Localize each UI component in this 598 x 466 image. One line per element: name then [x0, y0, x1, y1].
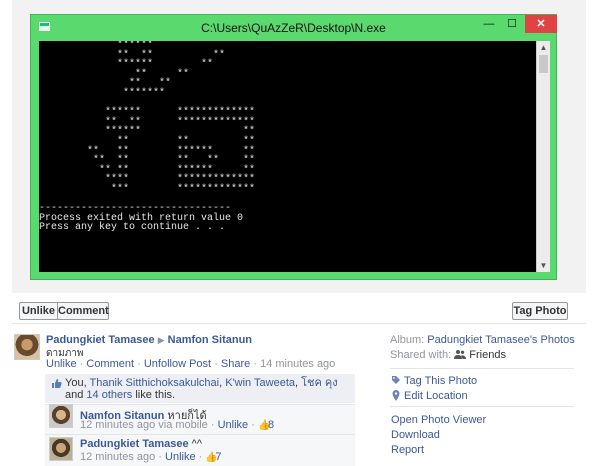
divider	[45, 434, 355, 435]
unlike-button[interactable]: Unlike	[19, 302, 58, 320]
separator: ·	[210, 419, 215, 431]
comment-like-count[interactable]: 👍8	[258, 419, 274, 431]
maximize-icon: ☐	[507, 18, 517, 30]
post-unlike-link[interactable]: Unlike	[46, 358, 77, 370]
likes-and: and	[65, 389, 87, 401]
post-actions: Unlike · Comment · Unfollow Post · Share…	[46, 358, 335, 370]
album-link[interactable]: Padungkiet Tamasee's Photos	[427, 334, 574, 346]
comment-author-link[interactable]: Padungkiet Tamasee	[80, 438, 189, 450]
comment-button[interactable]: Comment	[57, 302, 109, 320]
likes-prefix: You,	[65, 377, 90, 389]
likes-suffix: like this.	[132, 389, 176, 401]
close-icon: ✕	[525, 15, 557, 33]
post-timestamp[interactable]: 14 minutes ago	[260, 358, 335, 370]
divider	[12, 323, 586, 324]
post-author-link[interactable]: Padungkiet Tamasee	[46, 334, 155, 346]
friends-icon	[454, 349, 467, 362]
open-photo-viewer-link[interactable]: Open Photo Viewer	[391, 414, 486, 426]
liker-link[interactable]: โชค คุง	[301, 377, 338, 389]
console-output-area: ****** ** ** ** ****** ** ** ** ** ** **…	[39, 41, 550, 272]
album-info: Album: Padungkiet Tamasee's Photos	[390, 334, 575, 346]
likes-summary: You, Thanik Sitthichoksakulchai, K'win T…	[45, 374, 355, 403]
post-comment-link[interactable]: Comment	[86, 358, 134, 370]
tag-icon	[391, 375, 401, 388]
post-header: Padungkiet Tamasee ▶ Namfon Sitanun	[46, 334, 252, 346]
comment-unlike-link[interactable]: Unlike	[218, 419, 249, 431]
tag-this-photo-link[interactable]: Tag This Photo	[404, 375, 477, 387]
comment-like-count[interactable]: 👍7	[205, 451, 221, 463]
privacy-info: Shared with: Friends	[390, 349, 506, 362]
privacy-selector[interactable]: Friends	[469, 349, 506, 361]
author-avatar[interactable]	[14, 334, 40, 360]
unfollow-post-link[interactable]: Unfollow Post	[144, 358, 211, 370]
shared-label: Shared with:	[390, 349, 455, 361]
liker-link[interactable]: Thanik Sitthichoksakulchai	[89, 377, 219, 389]
divider	[390, 406, 574, 407]
post-target-link[interactable]: Namfon Sitanun	[168, 334, 252, 346]
separator: ·	[137, 358, 141, 370]
console-scrollbar: ▲ ▼	[536, 41, 550, 272]
like-count: 7	[215, 451, 222, 463]
thumbs-up-icon: 👍	[205, 452, 218, 463]
separator: ·	[214, 358, 218, 370]
comment-timestamp[interactable]: 12 minutes ago	[80, 451, 155, 463]
liker-link[interactable]: K'win Taweeta	[225, 377, 295, 389]
like-count: 8	[267, 419, 275, 431]
divider	[390, 368, 574, 369]
separator: ·	[251, 419, 255, 431]
comment-body: Padungkiet Tamasee ^^	[80, 438, 202, 450]
arrow-right-icon: ▶	[157, 335, 165, 345]
download-link[interactable]: Download	[391, 429, 440, 441]
thumbs-up-icon: 👍	[257, 420, 271, 431]
comment-timestamp[interactable]: 12 minutes ago via mobile	[80, 419, 208, 431]
thumbs-up-icon	[51, 378, 62, 392]
scroll-down-icon: ▼	[539, 261, 548, 270]
separator: ·	[158, 451, 162, 463]
scroll-thumb	[539, 55, 548, 73]
album-label: Album:	[390, 334, 428, 346]
title-bar: C:\Users\QuAzZeR\Desktop\N.exe — ☐ ✕	[31, 15, 557, 40]
separator: ·	[198, 451, 203, 463]
comment-meta: 12 minutes ago via mobile · Unlike · 👍8	[80, 419, 274, 431]
comment-meta: 12 minutes ago · Unlike · 👍7	[80, 451, 222, 463]
tag-photo-button[interactable]: Tag Photo	[512, 302, 568, 320]
share-link[interactable]: Share	[221, 358, 250, 370]
likes-text: You, Thanik Sitthichoksakulchai, K'win T…	[65, 377, 350, 401]
console-window: C:\Users\QuAzZeR\Desktop\N.exe — ☐ ✕ ***…	[30, 14, 557, 280]
report-link[interactable]: Report	[391, 444, 424, 456]
comment-text: ^^	[188, 438, 203, 450]
commenter-avatar[interactable]	[49, 437, 73, 461]
comment-unlike-link[interactable]: Unlike	[165, 451, 196, 463]
separator: ·	[253, 358, 258, 370]
commenter-avatar[interactable]	[49, 404, 73, 428]
separator: ·	[79, 358, 84, 370]
edit-location-link[interactable]: Edit Location	[404, 390, 468, 402]
others-link[interactable]: 14 others	[86, 389, 132, 401]
console-output: ****** ** ** ** ****** ** ** ** ** ** **…	[39, 41, 256, 234]
location-pin-icon	[391, 390, 401, 404]
scroll-up-icon: ▲	[539, 43, 548, 52]
